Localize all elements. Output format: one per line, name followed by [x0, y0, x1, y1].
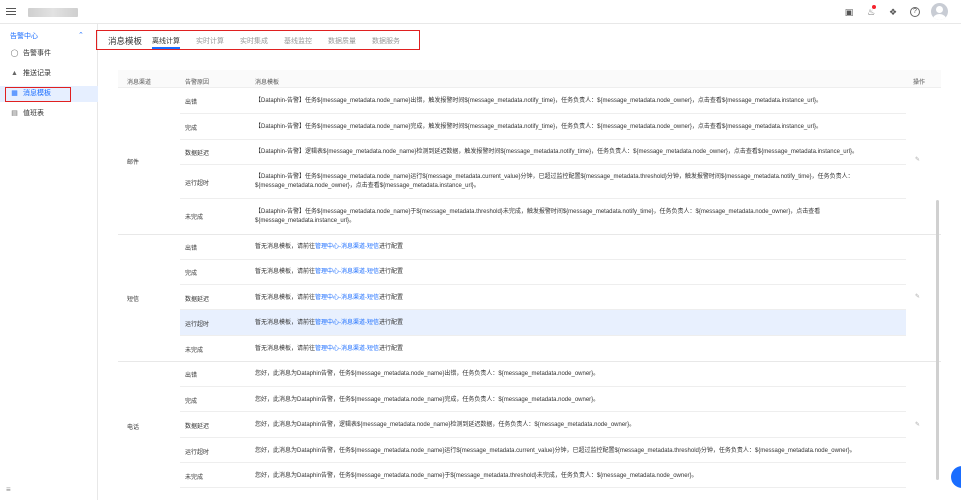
app-icon[interactable]: ▣	[844, 7, 854, 17]
template-prefix: 暂无消息模板，请前往	[255, 244, 316, 250]
template-suffix: 进行配置	[379, 346, 404, 352]
logo	[28, 8, 78, 17]
alert-reason: 数据延迟	[185, 151, 210, 157]
avatar[interactable]	[931, 3, 948, 20]
channel-sms: 短信	[127, 297, 140, 303]
sidebar-item-label: 告警事件	[23, 50, 51, 57]
alert-reason: 未完成	[185, 348, 204, 354]
table-header	[118, 70, 941, 88]
alert-icon: ◯	[10, 50, 19, 57]
channel-phone: 电话	[127, 425, 140, 431]
tab-offline-compute[interactable]: 离线计算	[152, 36, 180, 46]
alert-reason: 运行超时	[185, 322, 210, 328]
template-prefix: 暂无消息模板，请前往	[255, 295, 316, 301]
sidebar-item-duty-table[interactable]: ▤ 值班表	[0, 106, 98, 122]
template-text: 【Dataphin-告警】任务${message_metadata.node_n…	[255, 209, 821, 224]
sidebar-group-label[interactable]: 告警中心	[10, 31, 38, 41]
template-prefix: 暂无消息模板，请前往	[255, 320, 316, 326]
template-text: 暂无消息模板，请前往管理中心-消息渠道-短信进行配置	[255, 319, 905, 328]
alert-reason: 未完成	[185, 215, 204, 221]
alert-reason: 完成	[185, 126, 198, 132]
column-header-template: 消息模板	[255, 80, 280, 86]
alert-reason: 运行超时	[185, 450, 210, 456]
template-text: 暂无消息模板，请前往管理中心-消息渠道-短信进行配置	[255, 345, 905, 354]
column-header-action: 操作	[913, 80, 926, 86]
notification-dot	[872, 5, 876, 9]
column-header-reason: 告警原因	[185, 80, 210, 86]
tab-data-quality[interactable]: 数据质量	[328, 36, 356, 46]
template-suffix: 进行配置	[379, 295, 404, 301]
template-prefix: 暂无消息模板，请前往	[255, 269, 316, 275]
column-header-channel: 消息渠道	[127, 80, 152, 86]
channel-email: 邮件	[127, 160, 140, 166]
template-suffix: 进行配置	[379, 244, 404, 250]
calendar-icon: ▤	[11, 110, 18, 117]
sidebar-item-label: 推送记录	[23, 70, 51, 77]
tab-realtime-compute[interactable]: 实时计算	[196, 36, 224, 46]
collapse-sidebar-icon[interactable]: ≡	[6, 485, 11, 494]
page-title: 消息模板	[108, 36, 143, 46]
help-icon[interactable]: ?	[910, 7, 920, 17]
template-suffix: 进行配置	[379, 269, 404, 275]
template-text: 您好，此消息为Dataphin告警，任务${message_metadata.n…	[255, 371, 600, 377]
menu-icon[interactable]	[6, 6, 16, 16]
template-text: 暂无消息模板，请前往管理中心-消息渠道-短信进行配置	[255, 268, 905, 277]
scrollbar[interactable]	[936, 200, 939, 480]
template-text: 【Dataphin-告警】任务${message_metadata.node_n…	[255, 124, 822, 130]
puzzle-icon[interactable]: ❖	[888, 7, 898, 17]
alert-reason: 出错	[185, 246, 198, 252]
tab-baseline-monitor[interactable]: 基线监控	[284, 36, 312, 46]
template-suffix: 进行配置	[379, 320, 404, 326]
template-text: 暂无消息模板，请前往管理中心-消息渠道-短信进行配置	[255, 294, 905, 303]
push-icon: ▲	[11, 70, 18, 77]
alert-reason: 数据延迟	[185, 297, 210, 303]
template-text: 您好，此消息为Dataphin告警，任务${message_metadata.n…	[255, 473, 698, 479]
template-text: 暂无消息模板，请前往管理中心-消息渠道-短信进行配置	[255, 243, 905, 252]
sms-channel-link[interactable]: 管理中心-消息渠道-短信	[315, 320, 379, 326]
template-text: 【Dataphin-告警】逻辑表${message_metadata.node_…	[255, 149, 858, 155]
template-text: 【Dataphin-告警】任务${message_metadata.node_n…	[255, 174, 854, 189]
chevron-up-icon[interactable]: ⌃	[78, 31, 84, 39]
active-tab-indicator	[152, 47, 180, 49]
sidebar-item-label: 值班表	[23, 110, 44, 117]
sidebar-item-alert-events[interactable]: ◯ 告警事件	[0, 46, 98, 62]
template-text: 【Dataphin-告警】任务${message_metadata.node_n…	[255, 98, 822, 104]
template-prefix: 暂无消息模板，请前往	[255, 346, 316, 352]
tab-realtime-integration[interactable]: 实时集成	[240, 36, 268, 46]
tab-data-service[interactable]: 数据服务	[372, 36, 400, 46]
edit-icon[interactable]: ✎	[915, 293, 920, 300]
edit-icon[interactable]: ✎	[915, 421, 920, 428]
sidebar-item-push-records[interactable]: ▲ 推送记录	[0, 66, 98, 82]
edit-icon[interactable]: ✎	[915, 156, 920, 163]
alert-reason: 出错	[185, 373, 198, 379]
template-text: 您好，此消息为Dataphin告警，任务${message_metadata.n…	[255, 448, 856, 454]
alert-reason: 数据延迟	[185, 424, 210, 430]
alert-reason: 未完成	[185, 475, 204, 481]
sidebar: 告警中心 ⌃ ◯ 告警事件 ▲ 推送记录 ▦ 消息模板 ▤ 值班表 ≡	[0, 24, 98, 500]
sms-channel-link[interactable]: 管理中心-消息渠道-短信	[315, 346, 379, 352]
alert-reason: 完成	[185, 271, 198, 277]
sms-channel-link[interactable]: 管理中心-消息渠道-短信	[315, 295, 379, 301]
alert-reason: 运行超时	[185, 181, 210, 187]
annotation-highlight-sidebar	[5, 87, 71, 102]
template-text: 您好，此消息为Dataphin告警，任务${message_metadata.n…	[255, 397, 600, 403]
sms-channel-link[interactable]: 管理中心-消息渠道-短信	[315, 269, 379, 275]
alert-reason: 完成	[185, 399, 198, 405]
top-bar: ▣ ♨ ❖ ?	[0, 0, 961, 24]
sms-channel-link[interactable]: 管理中心-消息渠道-短信	[315, 244, 379, 250]
template-text: 您好，此消息为Dataphin告警，逻辑表${message_metadata.…	[255, 422, 636, 428]
alert-reason: 出错	[185, 100, 198, 106]
